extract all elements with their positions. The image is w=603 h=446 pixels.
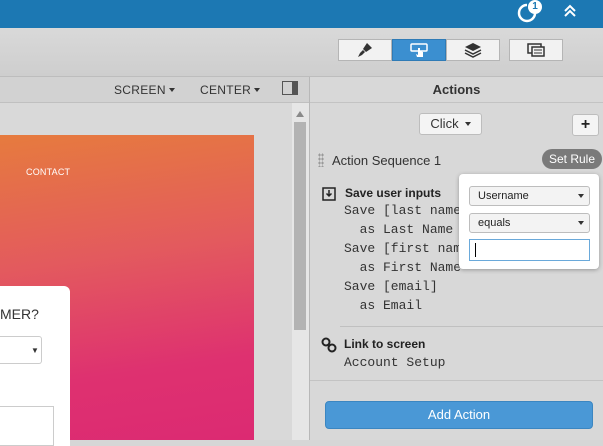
save-line-3: Save [first nam — [344, 241, 462, 256]
link-to-screen-title: Link to screen — [344, 337, 426, 351]
rule-field-value: Username — [478, 190, 529, 202]
caret-down-icon: ▼ — [31, 346, 39, 355]
rule-operator-value: equals — [478, 217, 511, 229]
link-target-screen: Account Setup — [344, 355, 446, 370]
screen-dropdown-label: SCREEN — [114, 83, 166, 97]
drag-handle-icon[interactable] — [318, 153, 324, 167]
brush-icon — [358, 43, 372, 57]
form-card-heading: MER? — [0, 306, 39, 322]
save-line-1: Save [last name — [344, 203, 462, 218]
form-card-input[interactable] — [0, 406, 54, 446]
trigger-dropdown-label: Click — [430, 116, 459, 131]
text-cursor — [475, 243, 476, 257]
caret-down-icon — [254, 88, 261, 92]
action-sequence-label: Action Sequence 1 — [332, 153, 442, 168]
rule-field-select[interactable]: Username — [469, 186, 590, 206]
chevron-up-double-icon[interactable] — [563, 4, 577, 18]
link-icon — [321, 337, 337, 353]
caret-down-icon — [578, 194, 584, 198]
panel-toggle-icon[interactable] — [282, 81, 298, 95]
save-inputs-title: Save user inputs — [345, 186, 442, 200]
hand-pointer-icon — [410, 43, 428, 57]
layers-icon — [464, 43, 482, 58]
save-icon — [322, 187, 336, 201]
caret-down-icon — [578, 221, 584, 225]
actions-panel-title: Actions — [432, 82, 481, 97]
save-line-2: as Last Name — [344, 222, 454, 237]
scroll-up-icon[interactable] — [296, 111, 304, 117]
layers-tool-button[interactable] — [446, 39, 500, 61]
caret-down-icon — [168, 88, 175, 92]
contact-nav-link[interactable]: CONTACT — [26, 167, 70, 177]
save-line-5: Save [email] — [344, 279, 438, 294]
notification-badge: 1 — [528, 0, 542, 14]
divider — [310, 380, 603, 381]
add-trigger-button[interactable]: + — [572, 114, 599, 136]
brush-tool-button[interactable] — [338, 39, 392, 61]
windows-icon — [527, 43, 545, 57]
caret-down-icon — [464, 122, 471, 126]
align-dropdown-label: CENTER — [200, 83, 252, 97]
rule-value-input[interactable] — [469, 239, 590, 261]
rule-operator-select[interactable]: equals — [469, 213, 590, 233]
scrollbar-thumb[interactable] — [294, 122, 306, 330]
set-rule-button[interactable]: Set Rule — [542, 149, 603, 169]
divider — [340, 326, 603, 327]
top-bar — [0, 0, 603, 28]
add-action-button[interactable]: Add Action — [325, 401, 593, 429]
save-line-6: as Email — [344, 298, 423, 313]
screen-dropdown[interactable]: SCREEN — [114, 83, 175, 97]
trigger-dropdown[interactable]: Click — [419, 113, 482, 135]
divider — [310, 102, 603, 103]
screens-tool-button[interactable] — [509, 39, 563, 61]
align-dropdown[interactable]: CENTER — [200, 83, 261, 97]
save-line-4: as First Name — [344, 260, 462, 275]
interaction-tool-button[interactable] — [392, 39, 446, 61]
